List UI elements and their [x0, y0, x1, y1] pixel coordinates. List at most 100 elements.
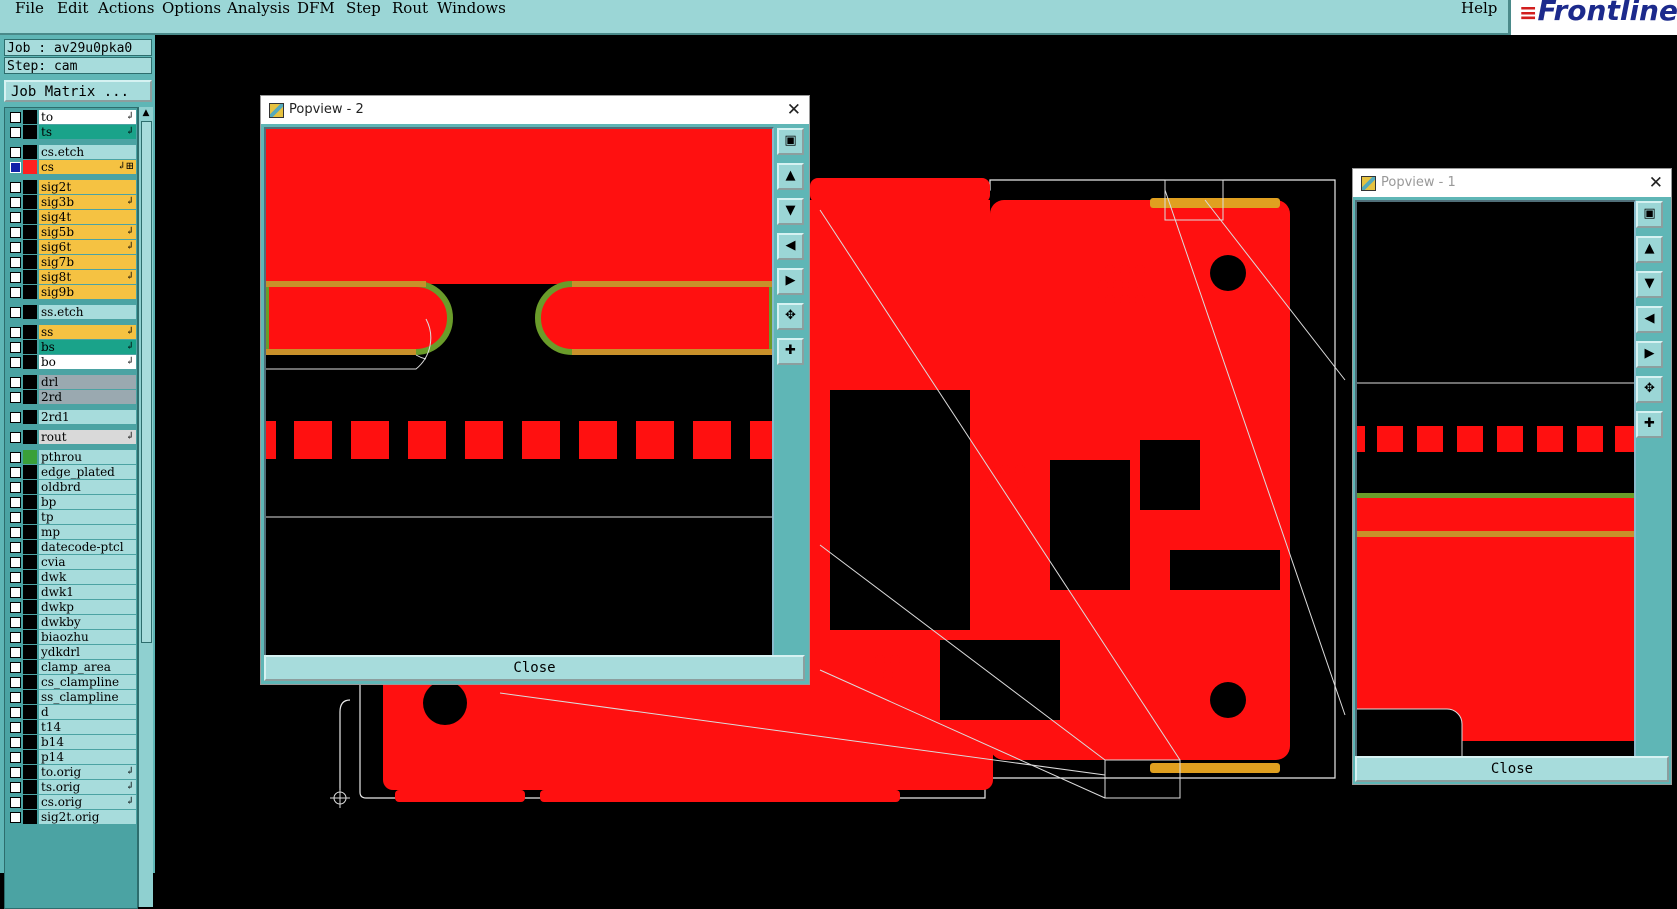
layer-name[interactable]: sig4t: [39, 210, 136, 224]
layer-color-swatch[interactable]: [23, 325, 37, 339]
pan-down-icon[interactable]: ▼: [777, 198, 804, 225]
layer-checkbox[interactable]: [10, 482, 21, 493]
layer-name[interactable]: dwk1: [39, 585, 136, 599]
layer-checkbox[interactable]: [10, 812, 21, 823]
layer-color-swatch[interactable]: [23, 690, 37, 704]
layer-name[interactable]: p14: [39, 750, 136, 764]
layer-checkbox[interactable]: [10, 587, 21, 598]
layer-color-swatch[interactable]: [23, 255, 37, 269]
layer-row-2rd1[interactable]: 2rd1: [5, 410, 137, 425]
layer-name[interactable]: dwk: [39, 570, 136, 584]
layer-color-swatch[interactable]: [23, 540, 37, 554]
layer-checkbox[interactable]: [10, 572, 21, 583]
layer-row-p14[interactable]: p14: [5, 750, 137, 765]
layer-name[interactable]: sig5b: [39, 225, 136, 239]
layer-checkbox[interactable]: [10, 392, 21, 403]
layer-row-to[interactable]: to ↲: [5, 110, 137, 125]
layer-checkbox[interactable]: [10, 327, 21, 338]
layer-row-2rd[interactable]: 2rd: [5, 390, 137, 405]
layer-row-oldbrd[interactable]: oldbrd: [5, 480, 137, 495]
layer-color-swatch[interactable]: [23, 410, 37, 424]
zoom-in-icon[interactable]: ✥: [777, 303, 804, 330]
layer-color-swatch[interactable]: [23, 125, 37, 139]
layer-checkbox[interactable]: [10, 527, 21, 538]
layer-list[interactable]: to ↲ ts ↲ cs.etch cs ↲⊞ sig2t sig3b ↲ sig4t sig5b ↲ s…: [4, 107, 138, 909]
layer-color-swatch[interactable]: [23, 705, 37, 719]
layer-color-swatch[interactable]: [23, 355, 37, 369]
layer-color-swatch[interactable]: [23, 660, 37, 674]
layer-color-swatch[interactable]: [23, 210, 37, 224]
layer-name[interactable]: sig2t.orig: [39, 810, 136, 824]
layer-name[interactable]: clamp_area: [39, 660, 136, 674]
layer-name[interactable]: edge_plated: [39, 465, 136, 479]
layer-checkbox[interactable]: [10, 412, 21, 423]
layer-color-swatch[interactable]: [23, 615, 37, 629]
layer-color-swatch[interactable]: [23, 720, 37, 734]
layer-name[interactable]: sig2t: [39, 180, 136, 194]
layer-row-dwkp[interactable]: dwkp: [5, 600, 137, 615]
layer-row-dwk[interactable]: dwk: [5, 570, 137, 585]
layer-color-swatch[interactable]: [23, 180, 37, 194]
pan-right-icon[interactable]: ▶: [777, 268, 804, 295]
layer-name[interactable]: bp: [39, 495, 136, 509]
layer-color-swatch[interactable]: [23, 810, 37, 824]
layer-row-cs.orig[interactable]: cs.orig ↲: [5, 795, 137, 810]
layer-color-swatch[interactable]: [23, 285, 37, 299]
layer-name[interactable]: cs.etch: [39, 145, 136, 159]
layer-name[interactable]: datecode-ptcl: [39, 540, 136, 554]
layer-checkbox[interactable]: [10, 147, 21, 158]
layer-color-swatch[interactable]: [23, 145, 37, 159]
layer-checkbox[interactable]: [10, 197, 21, 208]
layer-checkbox[interactable]: [10, 452, 21, 463]
layer-row-sig6t[interactable]: sig6t ↲: [5, 240, 137, 255]
layer-color-swatch[interactable]: [23, 795, 37, 809]
layer-checkbox[interactable]: [10, 357, 21, 368]
layer-row-clamp_area[interactable]: clamp_area: [5, 660, 137, 675]
layer-name[interactable]: ts.orig: [39, 780, 136, 794]
layer-name[interactable]: rout: [39, 430, 136, 444]
layer-name[interactable]: drl: [39, 375, 136, 389]
layer-name[interactable]: ss.etch: [39, 305, 136, 319]
layer-checkbox[interactable]: [10, 692, 21, 703]
layer-name[interactable]: ydkdrl: [39, 645, 136, 659]
layer-name[interactable]: bs: [39, 340, 136, 354]
layer-color-swatch[interactable]: [23, 450, 37, 464]
layer-checkbox[interactable]: [10, 212, 21, 223]
layer-checkbox[interactable]: [10, 797, 21, 808]
layer-color-swatch[interactable]: [23, 510, 37, 524]
pan-left-icon[interactable]: ◀: [777, 233, 804, 260]
layer-checkbox[interactable]: [10, 662, 21, 673]
layer-row-sig5b[interactable]: sig5b ↲: [5, 225, 137, 240]
layer-name[interactable]: ss: [39, 325, 136, 339]
layer-color-swatch[interactable]: [23, 780, 37, 794]
layer-name[interactable]: tp: [39, 510, 136, 524]
layer-row-b14[interactable]: b14: [5, 735, 137, 750]
layer-name[interactable]: dwkby: [39, 615, 136, 629]
layer-name[interactable]: 2rd: [39, 390, 136, 404]
zoom-out-icon[interactable]: ✚: [777, 338, 804, 365]
layer-checkbox[interactable]: [10, 242, 21, 253]
pan-right-icon[interactable]: ▶: [1636, 341, 1663, 368]
layer-name[interactable]: mp: [39, 525, 136, 539]
layer-name[interactable]: to: [39, 110, 136, 124]
pan-left-icon[interactable]: ◀: [1636, 306, 1663, 333]
layer-row-biaozhu[interactable]: biaozhu: [5, 630, 137, 645]
layer-row-cs.etch[interactable]: cs.etch: [5, 145, 137, 160]
layer-row-ss_clampline[interactable]: ss_clampline: [5, 690, 137, 705]
layer-row-t14[interactable]: t14: [5, 720, 137, 735]
layer-name[interactable]: 2rd1: [39, 410, 136, 424]
job-matrix-button[interactable]: Job Matrix ...: [4, 80, 152, 102]
scroll-up-icon[interactable]: ▲: [140, 107, 152, 119]
pan-down-icon[interactable]: ▼: [1636, 271, 1663, 298]
layer-row-dwk1[interactable]: dwk1: [5, 585, 137, 600]
layer-row-edge_plated[interactable]: edge_plated: [5, 465, 137, 480]
layer-row-sig8t[interactable]: sig8t ↲: [5, 270, 137, 285]
layer-color-swatch[interactable]: [23, 750, 37, 764]
layer-name[interactable]: sig9b: [39, 285, 136, 299]
layer-row-ss.etch[interactable]: ss.etch: [5, 305, 137, 320]
layer-name[interactable]: bo: [39, 355, 136, 369]
layer-name[interactable]: ts: [39, 125, 136, 139]
layer-checkbox[interactable]: [10, 377, 21, 388]
layer-row-sig3b[interactable]: sig3b ↲: [5, 195, 137, 210]
layer-checkbox[interactable]: [10, 647, 21, 658]
